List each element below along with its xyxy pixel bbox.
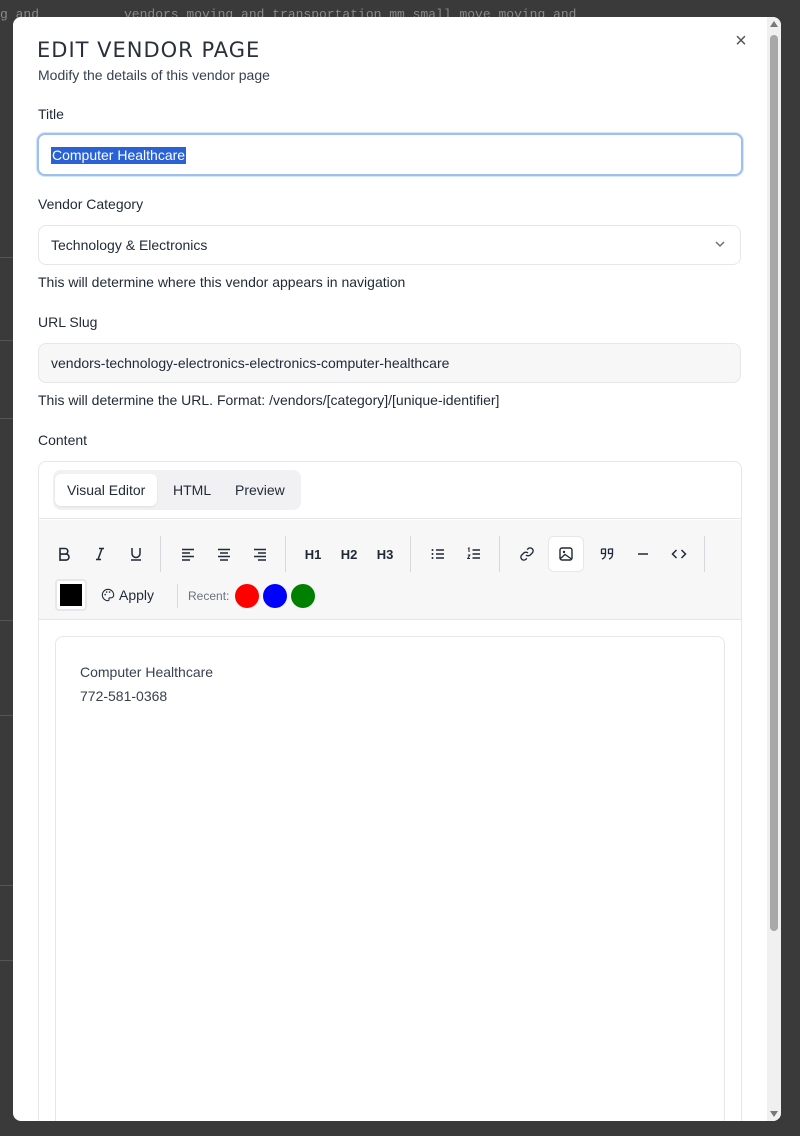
numbered-list-icon[interactable] (456, 536, 492, 572)
close-icon[interactable]: × (733, 31, 749, 51)
background-divider (0, 715, 14, 716)
align-right-icon[interactable] (242, 536, 278, 572)
toolbar-divider (704, 536, 705, 572)
heading-1-icon[interactable]: H1 (295, 536, 331, 572)
scroll-up-arrow-icon[interactable] (770, 21, 778, 27)
tab-visual-editor[interactable]: Visual Editor (55, 474, 158, 506)
toolbar-divider (160, 536, 161, 572)
link-icon[interactable] (509, 536, 545, 572)
quote-icon[interactable] (589, 536, 625, 572)
editor-tabs: Visual Editor HTML Preview (53, 470, 301, 510)
title-input-value: Computer Healthcare (51, 147, 187, 164)
image-icon[interactable] (548, 536, 584, 572)
italic-icon[interactable] (82, 536, 118, 572)
recent-color-green[interactable] (291, 584, 315, 608)
bullet-list-icon[interactable] (420, 536, 456, 572)
title-label: Title (38, 106, 64, 122)
background-divider (0, 620, 14, 621)
edit-vendor-modal: × EDIT VENDOR PAGE Modify the details of… (13, 17, 781, 1121)
toolbar-divider (177, 584, 178, 608)
align-left-icon[interactable] (170, 536, 206, 572)
background-divider (0, 340, 14, 341)
content-label: Content (38, 432, 88, 448)
category-help-text: This will determine where this vendor ap… (38, 274, 406, 290)
text-color-picker[interactable] (55, 579, 87, 611)
recent-color-blue[interactable] (263, 584, 287, 608)
content-line: 772-581-0368 (80, 688, 168, 704)
apply-color-button[interactable]: Apply (101, 587, 154, 603)
category-label: Vendor Category (38, 196, 144, 212)
category-select[interactable]: Technology & Electronics (38, 225, 741, 265)
recent-color-red[interactable] (235, 584, 259, 608)
category-select-value: Technology & Electronics (51, 237, 208, 253)
bold-icon[interactable] (46, 536, 82, 572)
horizontal-rule-icon[interactable] (625, 536, 661, 572)
title-input[interactable]: Computer Healthcare (37, 133, 743, 176)
background-divider (0, 885, 14, 886)
slug-input-value: vendors-technology-electronics-electroni… (51, 355, 450, 371)
underline-icon[interactable] (118, 536, 154, 572)
align-center-icon[interactable] (206, 536, 242, 572)
scroll-down-arrow-icon[interactable] (770, 1111, 778, 1117)
toolbar-divider (285, 536, 286, 572)
recent-colors-label: Recent: (188, 589, 230, 603)
toolbar-divider (499, 536, 500, 572)
heading-1-label: H1 (304, 546, 322, 562)
content-editor: Visual Editor HTML Preview H1 H2 H3 Appl… (38, 461, 742, 1121)
editor-content-area[interactable]: Computer Healthcare 772-581-0368 (55, 636, 725, 1121)
scroll-thumb[interactable] (770, 35, 778, 931)
modal-scrollbar[interactable] (767, 17, 781, 1121)
code-icon[interactable] (661, 536, 697, 572)
current-color-fill (60, 584, 82, 606)
modal-title: EDIT VENDOR PAGE (37, 38, 261, 62)
editor-tab-bar: Visual Editor HTML Preview (39, 462, 741, 519)
background-divider (0, 257, 14, 258)
tab-preview[interactable]: Preview (223, 474, 297, 506)
palette-icon (101, 588, 115, 602)
editor-toolbar: H1 H2 H3 (39, 520, 741, 620)
slug-help-text: This will determine the URL. Format: /ve… (38, 392, 500, 408)
background-divider (0, 960, 14, 961)
modal-subtitle: Modify the details of this vendor page (38, 67, 270, 83)
tab-html[interactable]: HTML (161, 474, 223, 506)
heading-2-icon[interactable]: H2 (331, 536, 367, 572)
background-divider (0, 418, 14, 419)
heading-2-label: H2 (340, 546, 358, 562)
slug-input[interactable]: vendors-technology-electronics-electroni… (38, 343, 741, 383)
heading-3-icon[interactable]: H3 (367, 536, 403, 572)
content-line: Computer Healthcare (80, 664, 214, 680)
slug-label: URL Slug (38, 314, 98, 330)
apply-label: Apply (119, 587, 155, 603)
heading-3-label: H3 (376, 546, 394, 562)
chevron-down-icon (715, 241, 725, 248)
toolbar-divider (410, 536, 411, 572)
